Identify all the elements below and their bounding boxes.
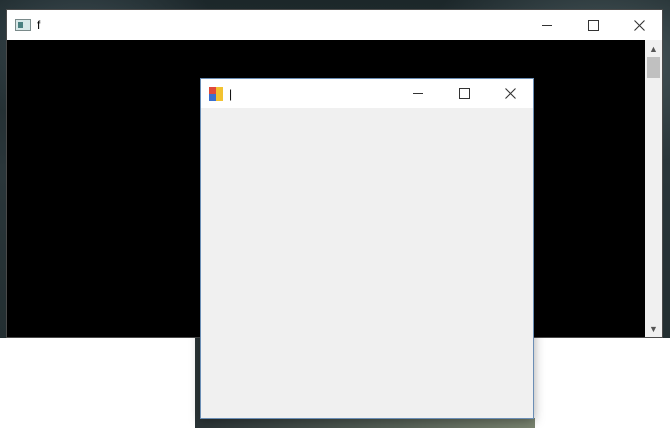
form-maximize-button[interactable] xyxy=(441,79,487,108)
form-window-title: | xyxy=(229,86,233,101)
console-window-title: f xyxy=(37,18,41,32)
desktop-blank-area xyxy=(0,338,196,428)
form-close-button[interactable] xyxy=(487,79,533,108)
form-titlebar[interactable]: | xyxy=(201,79,533,108)
form-minimize-button[interactable] xyxy=(395,79,441,108)
scroll-down-arrow-icon[interactable]: ▼ xyxy=(645,320,662,337)
console-minimize-button[interactable] xyxy=(524,10,570,40)
console-titlebar[interactable]: f xyxy=(7,10,662,40)
desktop-wallpaper-bottom xyxy=(195,418,535,428)
desktop-blank-area-right xyxy=(534,338,670,428)
console-close-button[interactable] xyxy=(616,10,662,40)
console-vertical-scrollbar[interactable]: ▲ ▼ xyxy=(645,40,662,337)
form-client-area[interactable] xyxy=(201,108,533,418)
scroll-thumb[interactable] xyxy=(647,57,660,78)
console-maximize-button[interactable] xyxy=(570,10,616,40)
console-app-icon xyxy=(15,19,31,31)
console-caption-buttons xyxy=(524,10,662,40)
form-window[interactable]: | xyxy=(200,78,534,419)
close-icon xyxy=(504,88,516,99)
form-caption-buttons xyxy=(395,79,533,108)
close-icon xyxy=(633,19,645,31)
scroll-up-arrow-icon[interactable]: ▲ xyxy=(645,40,662,57)
winforms-app-icon xyxy=(209,86,223,101)
